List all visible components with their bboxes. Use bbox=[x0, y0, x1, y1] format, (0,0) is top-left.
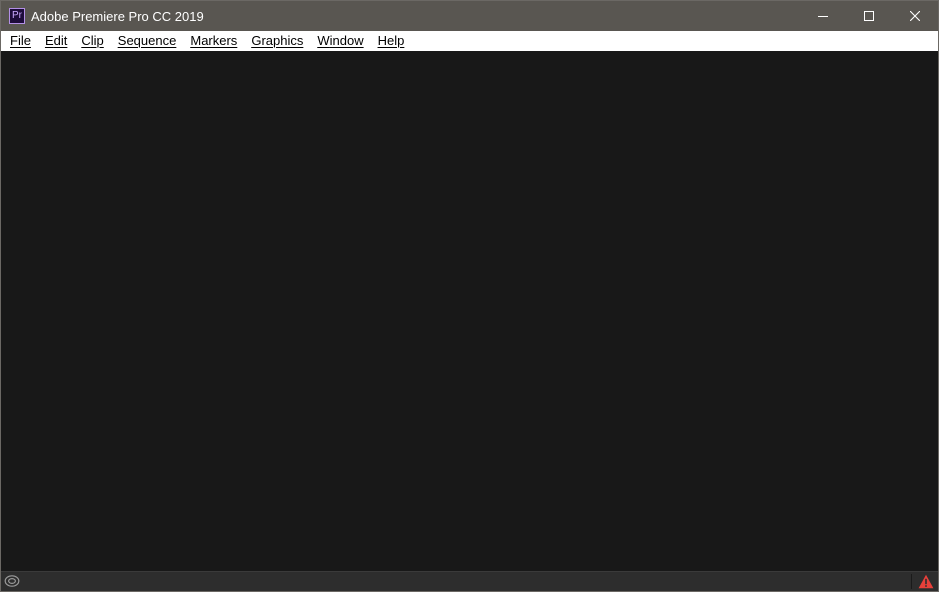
menu-window[interactable]: Window bbox=[310, 31, 370, 51]
premiere-pro-app-icon[interactable]: Pr bbox=[9, 8, 25, 24]
maximize-icon bbox=[864, 11, 874, 21]
window-title: Adobe Premiere Pro CC 2019 bbox=[31, 8, 204, 24]
menu-edit[interactable]: Edit bbox=[38, 31, 74, 51]
creative-cloud-icon[interactable] bbox=[4, 574, 20, 588]
minimize-icon bbox=[818, 16, 828, 17]
title-bar[interactable]: Pr Adobe Premiere Pro CC 2019 bbox=[1, 1, 938, 31]
menu-file[interactable]: File bbox=[3, 31, 38, 51]
menu-help[interactable]: Help bbox=[371, 31, 412, 51]
menu-clip[interactable]: Clip bbox=[74, 31, 110, 51]
workspace-area bbox=[1, 51, 938, 571]
menu-graphics[interactable]: Graphics bbox=[244, 31, 310, 51]
minimize-button[interactable] bbox=[800, 1, 846, 31]
menu-markers[interactable]: Markers bbox=[183, 31, 244, 51]
menu-sequence[interactable]: Sequence bbox=[111, 31, 184, 51]
close-icon bbox=[910, 11, 920, 21]
app-icon-label: Pr bbox=[12, 10, 22, 21]
maximize-button[interactable] bbox=[846, 1, 892, 31]
warning-icon[interactable] bbox=[918, 574, 934, 589]
menu-bar: File Edit Clip Sequence Markers Graphics… bbox=[1, 31, 938, 51]
window-controls bbox=[800, 1, 938, 31]
application-window: Pr Adobe Premiere Pro CC 2019 File Edit … bbox=[0, 0, 939, 592]
status-divider bbox=[911, 574, 912, 589]
status-bar bbox=[1, 571, 938, 591]
close-button[interactable] bbox=[892, 1, 938, 31]
